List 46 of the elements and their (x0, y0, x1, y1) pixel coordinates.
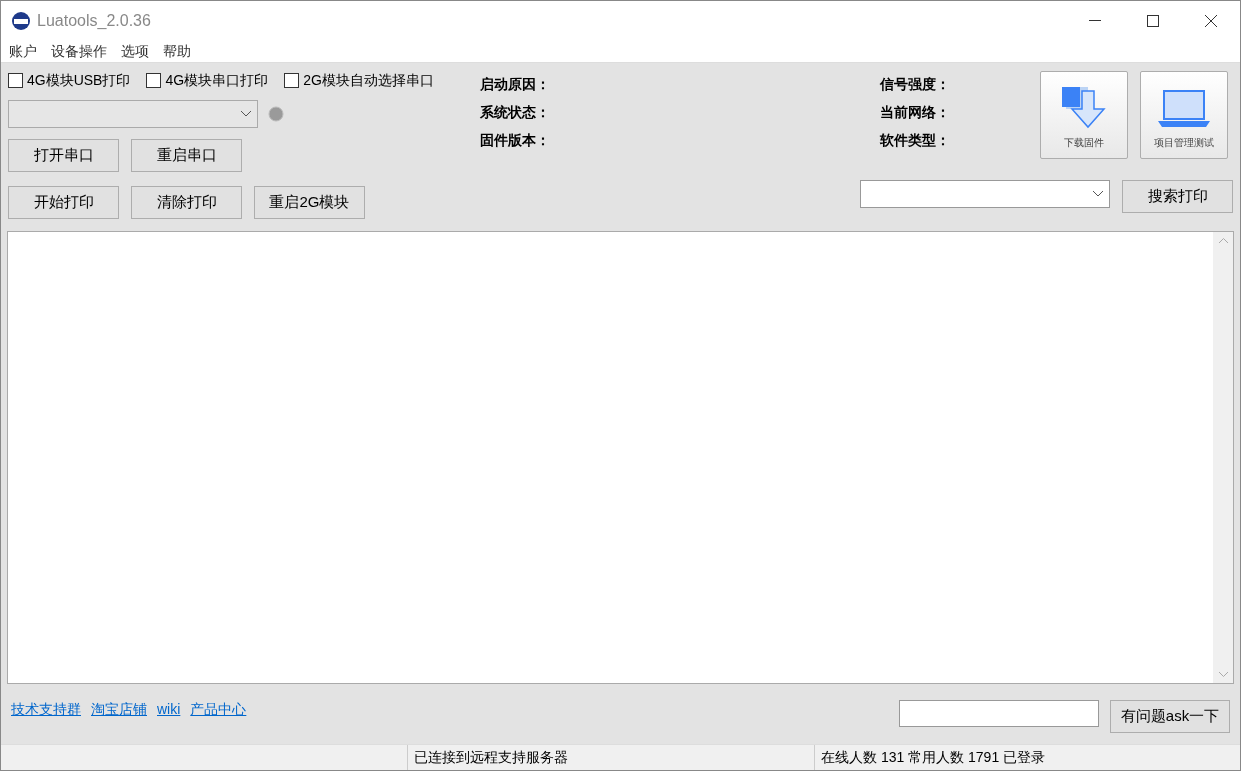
action-button[interactable]: 重启串口 (131, 139, 242, 172)
checkbox-label: 4G模块USB打印 (27, 70, 131, 90)
checkbox[interactable] (146, 72, 162, 88)
link[interactable]: 技术支持群 (11, 699, 81, 720)
action-button[interactable]: 搜索打印 (1122, 180, 1233, 213)
app-logo-icon (11, 11, 31, 31)
info-label: 当前网络： (880, 103, 951, 122)
window-title: Luatools_2.0.36 (37, 11, 151, 31)
chevron-down-icon (1093, 191, 1103, 197)
info-label: 系统状态： (480, 103, 551, 122)
link[interactable]: wiki (157, 699, 181, 720)
status-text: 已连接到远程支持服务器 (414, 748, 568, 767)
link[interactable]: 产品中心 (190, 699, 247, 720)
port-dropdown[interactable] (8, 100, 258, 128)
menu-item[interactable]: 设备操作 (51, 41, 107, 62)
checkbox[interactable] (284, 72, 300, 88)
info-label: 固件版本： (480, 131, 551, 150)
scroll-down-icon (1218, 672, 1228, 677)
info-label: 启动原因： (480, 75, 551, 94)
scroll-up-icon (1218, 238, 1228, 243)
maximize-icon (1147, 15, 1159, 27)
action-button[interactable]: 清除打印 (131, 186, 242, 219)
info-label: 信号强度： (880, 75, 951, 94)
laptop-icon (1156, 89, 1212, 129)
close-icon (1205, 15, 1217, 27)
info-label: 软件类型： (880, 131, 951, 150)
action-button[interactable]: 打开串口 (8, 139, 119, 172)
search-dropdown[interactable] (860, 180, 1110, 208)
menu-item[interactable]: 帮助 (163, 41, 191, 62)
status-text: 在线人数 131 常用人数 1791 已登录 (821, 748, 1046, 767)
question-input[interactable] (899, 700, 1099, 727)
menu-item[interactable]: 账户 (9, 41, 37, 62)
status-led-icon (268, 106, 284, 122)
action-button[interactable]: 重启2G模块 (254, 186, 365, 219)
download-arrow-icon (1060, 85, 1108, 129)
chevron-down-icon (241, 111, 251, 117)
action-button[interactable]: 有问题ask一下 (1110, 700, 1230, 733)
link[interactable]: 淘宝店铺 (91, 699, 147, 720)
checkbox[interactable] (8, 72, 23, 88)
tool-button[interactable]: 下载固件 (1040, 71, 1128, 159)
action-button[interactable]: 开始打印 (8, 186, 119, 219)
menu-item[interactable]: 选项 (121, 41, 149, 62)
minimize-icon (1089, 20, 1101, 22)
checkbox-label: 4G模块串口打印 (165, 70, 269, 90)
checkbox-label: 2G模块自动选择串口 (303, 70, 434, 90)
tool-button[interactable]: 项目管理测试 (1140, 71, 1228, 159)
